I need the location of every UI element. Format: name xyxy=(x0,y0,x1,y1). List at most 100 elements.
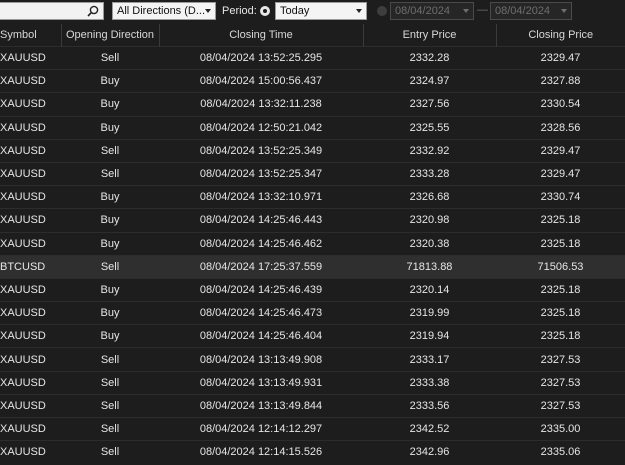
history-table: Symbol Opening Direction Closing Time En… xyxy=(0,24,625,464)
table-row[interactable]: XAUUSD Sell 08/04/2024 13:52:25.347 2333.28… xyxy=(0,161,625,186)
cell-direction: Buy xyxy=(61,208,159,232)
cell-closing-price: 2327.53 xyxy=(496,370,625,395)
cell-closing-time: 08/04/2024 17:25:37.559 xyxy=(159,254,363,279)
cell-entry-price: 2320.98 xyxy=(363,208,496,232)
period-dropdown[interactable]: Today xyxy=(275,2,367,20)
cell-direction: Buy xyxy=(61,231,159,256)
custom-range-radio[interactable] xyxy=(377,6,387,16)
cell-symbol: XAUUSD xyxy=(0,393,61,418)
table-row[interactable]: XAUUSD Buy 08/04/2024 14:25:46.473 2319.99 2… xyxy=(0,301,625,325)
table-row[interactable]: XAUUSD Buy 08/04/2024 13:32:10.971 2326.68 2… xyxy=(0,185,625,209)
cell-closing-time: 08/04/2024 14:25:46.443 xyxy=(159,208,363,232)
table-row[interactable]: XAUUSD Sell 08/04/2024 13:13:49.931 2333.38… xyxy=(0,370,625,395)
table-row[interactable]: XAUUSD Buy 08/04/2024 12:50:21.042 2325.55 2… xyxy=(0,115,625,140)
cell-direction: Sell xyxy=(61,393,159,418)
table-row[interactable]: XAUUSD Sell 08/04/2024 13:52:25.349 2332.92… xyxy=(0,138,625,163)
cell-direction: Sell xyxy=(61,347,159,372)
cell-entry-price: 2320.38 xyxy=(363,231,496,256)
cell-closing-price: 2329.47 xyxy=(496,45,625,70)
cell-symbol: XAUUSD xyxy=(0,161,61,186)
cell-closing-time: 08/04/2024 13:52:25.295 xyxy=(159,45,363,70)
cell-closing-time: 08/04/2024 13:32:11.238 xyxy=(159,92,363,117)
cell-symbol: XAUUSD xyxy=(0,45,61,70)
cell-symbol: XAUUSD xyxy=(0,185,61,209)
table-row[interactable]: XAUUSD Buy 08/04/2024 13:32:11.238 2327.56 2… xyxy=(0,92,625,117)
cell-entry-price: 2333.56 xyxy=(363,393,496,418)
date-to-value: 08/04/2024 xyxy=(495,5,551,17)
cell-direction: Sell xyxy=(61,370,159,395)
cell-entry-price: 2342.96 xyxy=(363,440,496,464)
column-header-closing-time[interactable]: Closing Time xyxy=(158,24,363,47)
table-row[interactable]: XAUUSD Buy 08/04/2024 14:25:46.462 2320.38 2… xyxy=(0,231,625,256)
column-header-symbol[interactable]: Symbol xyxy=(0,24,61,47)
period-label: Period: xyxy=(222,5,257,17)
table-row[interactable]: XAUUSD Sell 08/04/2024 13:13:49.908 2333.17… xyxy=(0,347,625,372)
cell-entry-price: 71813.88 xyxy=(363,254,496,279)
cell-closing-time: 08/04/2024 12:14:12.297 xyxy=(159,416,363,441)
table-row[interactable]: BTCUSD Sell 08/04/2024 17:25:37.559 71813.8… xyxy=(0,254,625,279)
cell-direction: Buy xyxy=(61,92,159,117)
search-input[interactable] xyxy=(0,2,104,20)
table-row[interactable]: XAUUSD Buy 08/04/2024 14:25:46.439 2320.14 2… xyxy=(0,277,625,302)
cell-entry-price: 2319.94 xyxy=(363,324,496,348)
cell-closing-price: 2325.18 xyxy=(496,208,625,232)
cell-closing-time: 08/04/2024 13:52:25.347 xyxy=(159,161,363,186)
direction-dropdown[interactable]: All Directions (D... xyxy=(112,2,216,20)
table-row[interactable]: XAUUSD Buy 08/04/2024 14:25:46.404 2319.94 2… xyxy=(0,324,625,348)
cell-closing-price: 2330.54 xyxy=(496,92,625,117)
cell-direction: Sell xyxy=(61,440,159,464)
cell-direction: Buy xyxy=(61,115,159,140)
table-row[interactable]: XAUUSD Buy 08/04/2024 15:00:56.437 2324.97 2… xyxy=(0,69,625,93)
table-row[interactable]: XAUUSD Sell 08/04/2024 13:13:49.844 2333.56… xyxy=(0,393,625,418)
cell-symbol: XAUUSD xyxy=(0,69,61,93)
cell-closing-time: 08/04/2024 13:13:49.908 xyxy=(159,347,363,372)
cell-symbol: XAUUSD xyxy=(0,231,61,256)
cell-closing-time: 08/04/2024 14:25:46.473 xyxy=(159,301,363,325)
cell-direction: Sell xyxy=(61,138,159,163)
cell-closing-price: 2328.56 xyxy=(496,115,625,140)
cell-closing-price: 71506.53 xyxy=(496,254,625,279)
date-from-value: 08/04/2024 xyxy=(395,5,451,17)
cell-direction: Sell xyxy=(61,45,159,70)
table-row[interactable]: XAUUSD Sell 08/04/2024 12:14:12.297 2342.52… xyxy=(0,416,625,441)
cell-symbol: BTCUSD xyxy=(0,254,61,279)
chevron-down-icon xyxy=(561,9,567,13)
table-header-row: Symbol Opening Direction Closing Time En… xyxy=(0,24,625,47)
cell-closing-price: 2329.47 xyxy=(496,138,625,163)
cell-symbol: XAUUSD xyxy=(0,324,61,348)
table-row[interactable]: XAUUSD Sell 08/04/2024 13:52:25.295 2332.28… xyxy=(0,45,625,70)
cell-entry-price: 2333.38 xyxy=(363,370,496,395)
cell-direction: Sell xyxy=(61,254,159,279)
cell-symbol: XAUUSD xyxy=(0,208,61,232)
cell-entry-price: 2326.68 xyxy=(363,185,496,209)
cell-closing-time: 08/04/2024 14:25:46.439 xyxy=(159,277,363,302)
cell-symbol: XAUUSD xyxy=(0,416,61,441)
cell-closing-price: 2325.18 xyxy=(496,301,625,325)
cell-closing-time: 08/04/2024 13:13:49.844 xyxy=(159,393,363,418)
cell-closing-time: 08/04/2024 14:25:46.462 xyxy=(159,231,363,256)
cell-symbol: XAUUSD xyxy=(0,277,61,302)
table-row[interactable]: XAUUSD Buy 08/04/2024 14:25:46.443 2320.98 2… xyxy=(0,208,625,232)
cell-symbol: XAUUSD xyxy=(0,92,61,117)
date-to-picker[interactable]: 08/04/2024 xyxy=(490,2,572,20)
column-header-closing-price[interactable]: Closing Price xyxy=(495,24,625,47)
period-dropdown-value: Today xyxy=(280,5,310,17)
cell-direction: Buy xyxy=(61,301,159,325)
column-header-entry-price[interactable]: Entry Price xyxy=(362,24,496,47)
cell-closing-price: 2335.00 xyxy=(496,416,625,441)
date-from-picker[interactable]: 08/04/2024 xyxy=(390,2,474,20)
direction-dropdown-value: All Directions (D... xyxy=(117,5,206,17)
cell-closing-price: 2325.18 xyxy=(496,231,625,256)
search-icon[interactable] xyxy=(86,4,100,18)
cell-closing-time: 08/04/2024 13:52:25.349 xyxy=(159,138,363,163)
cell-symbol: XAUUSD xyxy=(0,138,61,163)
period-preset-radio[interactable] xyxy=(260,6,270,16)
cell-symbol: XAUUSD xyxy=(0,347,61,372)
cell-closing-price: 2327.53 xyxy=(496,393,625,418)
cell-direction: Sell xyxy=(61,161,159,186)
cell-entry-price: 2333.17 xyxy=(363,347,496,372)
cell-symbol: XAUUSD xyxy=(0,301,61,325)
column-header-opening-direction[interactable]: Opening Direction xyxy=(60,24,159,47)
table-row[interactable]: XAUUSD Sell 08/04/2024 12:14:15.526 2342.96… xyxy=(0,440,625,464)
cell-entry-price: 2332.28 xyxy=(363,45,496,70)
